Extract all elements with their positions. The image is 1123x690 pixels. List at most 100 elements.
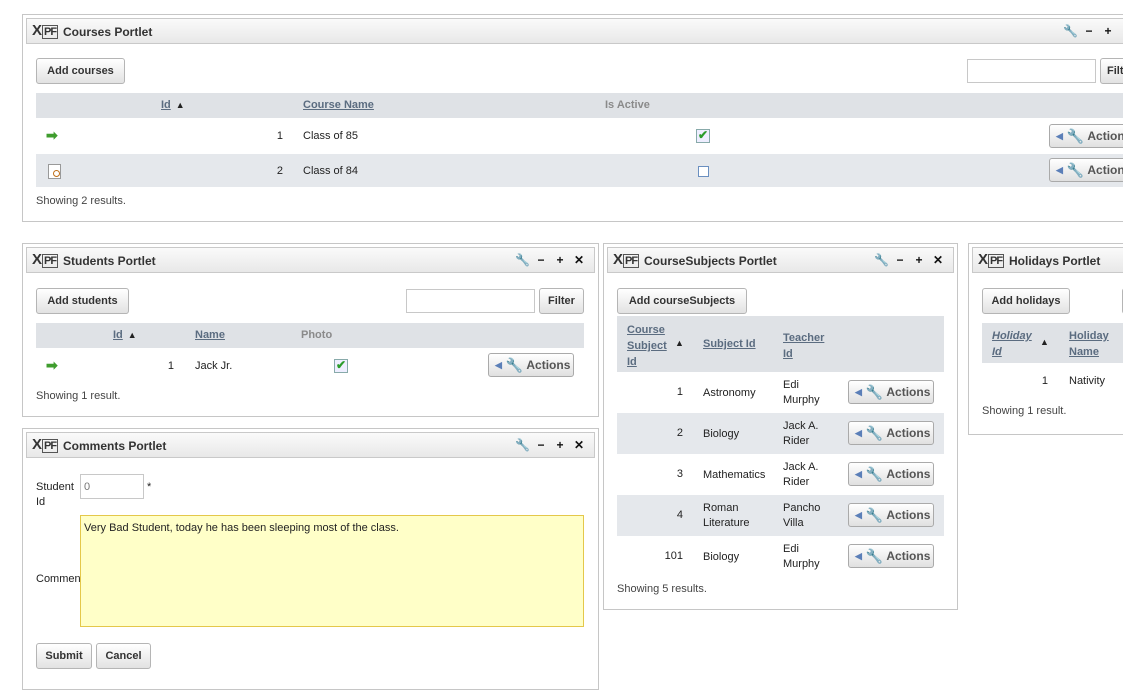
holidays-portlet: X PF Holidays Portlet Add holidays Holida…: [968, 243, 1123, 435]
comments-titlebar: X PF Comments Portlet 🔧 − + ✕: [26, 432, 595, 458]
cell-id: 1: [167, 360, 174, 372]
col-header-name[interactable]: Name: [195, 329, 225, 341]
xpf-logo-icon: X PF: [32, 436, 59, 453]
chevron-left-icon: ◀: [855, 386, 862, 397]
add-holidays-button[interactable]: Add holidays: [982, 288, 1070, 314]
table-row: ➡ 1 Jack Jr. ✔ ◀ 🔧 Actions: [36, 348, 584, 382]
student-id-input[interactable]: [80, 474, 144, 499]
green-arrow-icon[interactable]: ➡: [46, 357, 58, 374]
col-header-subject-id[interactable]: Subject Id: [703, 338, 756, 350]
wrench-icon: 🔧: [1066, 127, 1085, 144]
actions-button[interactable]: ◀🔧Actions: [848, 503, 934, 527]
minimize-icon[interactable]: −: [534, 438, 548, 452]
maximize-icon[interactable]: +: [912, 253, 926, 267]
cell-teacher: Pancho Villa: [783, 502, 821, 529]
chevron-left-icon: ◀: [495, 359, 502, 370]
table-row: 2 Class of 84 ◀🔧Actions: [36, 154, 1123, 187]
table-row: 2 Biology Jack A. Rider ◀ 🔧 Actions: [617, 413, 944, 454]
chevron-left-icon: ◀: [855, 550, 862, 561]
courses-filter-button[interactable]: Filt: [1100, 58, 1123, 84]
chevron-left-icon: ◀: [1056, 130, 1063, 141]
maximize-icon[interactable]: +: [553, 438, 567, 452]
students-titlebar: X PF Students Portlet 🔧 − + ✕: [26, 247, 595, 273]
coursesubjects-table-header: Course Subject Id ▲ Subject Id Teacher I…: [617, 316, 944, 372]
wrench-icon[interactable]: 🔧: [515, 253, 530, 267]
minimize-icon[interactable]: −: [534, 253, 548, 267]
wrench-icon: 🔧: [865, 383, 884, 400]
students-controls: 🔧 − + ✕: [510, 253, 586, 267]
table-row: 1 Astronomy Edi Murphy ◀ 🔧 Actions: [617, 372, 944, 413]
minimize-icon[interactable]: −: [1082, 24, 1096, 38]
actions-label: Actions: [1087, 163, 1123, 177]
table-row: 4 Roman Literature Pancho Villa ◀ 🔧 Actions: [617, 495, 944, 536]
cell-course-subject-id: 1: [676, 386, 683, 398]
cell-subject: Biology: [703, 428, 740, 440]
actions-button[interactable]: ◀🔧Actions: [488, 353, 574, 377]
cancel-button[interactable]: Cancel: [96, 643, 151, 669]
wrench-icon[interactable]: 🔧: [1063, 24, 1078, 38]
courses-title: Courses Portlet: [63, 25, 153, 39]
chevron-left-icon: ◀: [855, 509, 862, 520]
chevron-left-icon: ◀: [855, 427, 862, 438]
maximize-icon[interactable]: +: [553, 253, 567, 267]
col-header-course-name[interactable]: Course Name: [303, 99, 374, 111]
actions-button[interactable]: ◀🔧Actions: [848, 380, 934, 404]
actions-button[interactable]: ◀🔧Actions: [1049, 124, 1123, 148]
col-header-id[interactable]: Id ▲: [113, 329, 137, 341]
comment-label: Comment: [36, 573, 84, 585]
minimize-icon[interactable]: −: [893, 253, 907, 267]
courses-controls: 🔧 − +: [1058, 24, 1115, 38]
green-arrow-icon[interactable]: ➡: [46, 127, 58, 144]
wrench-icon: 🔧: [505, 356, 524, 373]
add-students-button[interactable]: Add students: [36, 288, 129, 314]
chevron-left-icon: ◀: [1056, 164, 1063, 175]
comments-title: Comments Portlet: [63, 439, 167, 453]
wrench-icon[interactable]: 🔧: [515, 438, 530, 452]
cell-holiday-id: 1: [1041, 375, 1048, 387]
courses-portlet: X PF Courses Portlet 🔧 − + Add courses Filt…: [22, 14, 1123, 222]
sort-asc-icon: ▲: [1040, 337, 1049, 347]
table-row: 101 Biology Edi Murphy ◀ 🔧 Actions: [617, 536, 944, 577]
students-filter-button[interactable]: Filter: [539, 288, 584, 314]
actions-label: Actions: [886, 426, 931, 440]
close-icon[interactable]: ✕: [931, 253, 945, 267]
actions-button[interactable]: ◀🔧Actions: [848, 544, 934, 568]
xpf-logo-icon: X PF: [32, 251, 59, 268]
actions-button[interactable]: ◀🔧Actions: [1049, 158, 1123, 182]
table-row: 3 Mathematics Jack A. Rider ◀ 🔧 Actions: [617, 454, 944, 495]
maximize-icon[interactable]: +: [1101, 24, 1115, 38]
comment-textarea[interactable]: Very Bad Student, today he has been slee…: [80, 515, 584, 627]
wrench-icon[interactable]: 🔧: [874, 253, 889, 267]
close-icon[interactable]: ✕: [572, 438, 586, 452]
coursesubjects-controls: 🔧 − + ✕: [869, 253, 945, 267]
table-row: 1 Nativity: [982, 363, 1123, 399]
wrench-icon: 🔧: [865, 547, 884, 564]
checked-checkbox-icon: ✔: [334, 358, 348, 373]
col-header-course-subject-id[interactable]: Course Subject Id: [627, 322, 673, 370]
unchecked-checkbox-icon: [698, 166, 709, 177]
cell-id: 1: [276, 130, 283, 142]
close-icon[interactable]: ✕: [572, 253, 586, 267]
holidays-table-header: Holiday Id ▲ Holiday Name: [982, 323, 1123, 363]
courses-filter-input[interactable]: [967, 59, 1096, 83]
add-coursesubjects-button[interactable]: Add courseSubjects: [617, 288, 747, 314]
actions-button[interactable]: ◀🔧Actions: [848, 421, 934, 445]
required-marker: *: [147, 481, 152, 493]
add-courses-button[interactable]: Add courses: [36, 58, 125, 84]
chevron-left-icon: ◀: [855, 468, 862, 479]
cell-course-subject-id: 3: [676, 468, 683, 480]
actions-button[interactable]: ◀🔧Actions: [848, 462, 934, 486]
cell-subject: Biology: [703, 551, 740, 563]
actions-label: Actions: [886, 549, 931, 563]
col-header-id[interactable]: Id ▲: [161, 99, 185, 111]
students-filter-input[interactable]: [406, 289, 535, 313]
coursesubjects-portlet: X PF CourseSubjects Portlet 🔧 − + ✕ Add cour…: [603, 243, 958, 610]
cell-teacher: Jack A. Rider: [783, 461, 819, 488]
col-header-holiday-name[interactable]: Holiday Name: [1069, 328, 1113, 360]
submit-button[interactable]: Submit: [36, 643, 92, 669]
view-page-icon[interactable]: [48, 164, 61, 179]
col-header-teacher-id[interactable]: Teacher Id: [783, 330, 831, 362]
cell-teacher: Jack A. Rider: [783, 420, 819, 447]
wrench-icon: 🔧: [865, 465, 884, 482]
col-header-holiday-id[interactable]: Holiday Id: [992, 328, 1036, 360]
